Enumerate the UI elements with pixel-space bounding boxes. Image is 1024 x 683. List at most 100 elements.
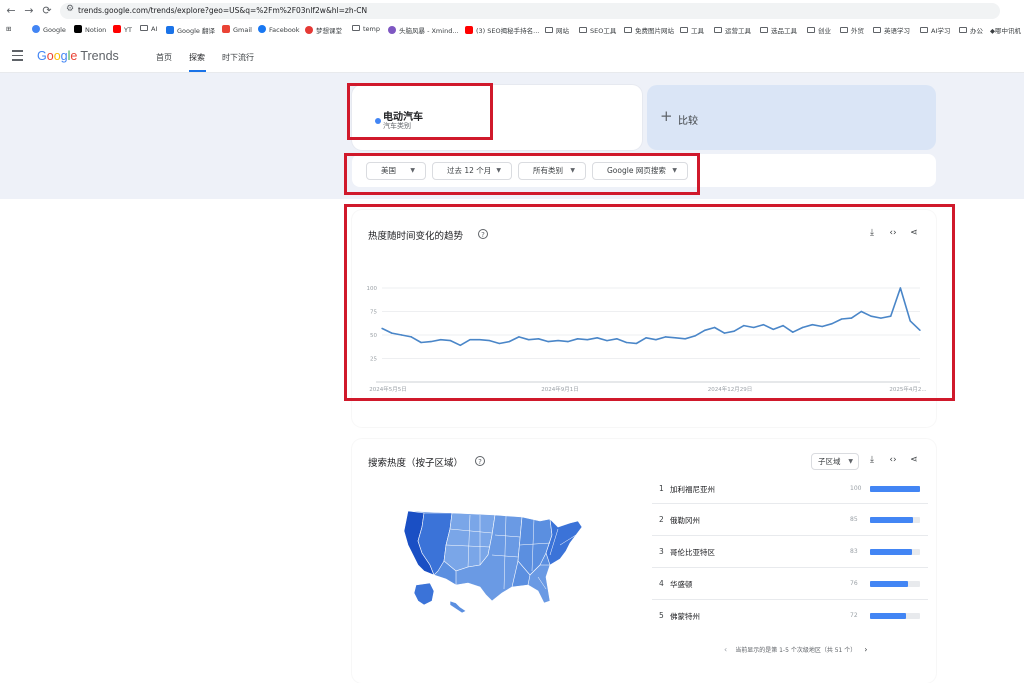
rank-number: 2 [659, 515, 664, 524]
bookmark[interactable]: 创业 [807, 25, 831, 35]
active-tab-indicator [189, 70, 206, 72]
bookmark[interactable]: YT [113, 25, 132, 34]
folder-icon [352, 25, 360, 31]
bookmark[interactable]: 办公 [959, 25, 983, 35]
forward-icon[interactable]: → [22, 4, 36, 18]
pagination: ‹ 当前显示的是第 1-5 个次级地区（共 51 个） › [716, 645, 875, 654]
bookmarks-bar: ⊞ Google Notion YT AI Google 翻译 Gmail Fa… [0, 22, 1024, 40]
youtube-icon [465, 26, 473, 34]
bookmark[interactable]: Facebook [258, 25, 300, 34]
region-value: 85 [850, 516, 858, 523]
folder-icon [840, 27, 848, 33]
region-value: 83 [850, 548, 858, 555]
region-section-title: 搜索热度（按子区域） [368, 458, 464, 469]
help-icon[interactable]: ? [475, 456, 485, 466]
value-bar-fill [870, 517, 913, 523]
value-bar-track [870, 486, 920, 492]
facebook-icon [258, 25, 266, 33]
tab-home[interactable]: 首页 [156, 52, 172, 63]
back-icon[interactable]: ← [4, 4, 18, 18]
rank-number: 5 [659, 611, 664, 620]
bookmark[interactable]: 英语学习 [873, 25, 910, 35]
google-trends-logo[interactable]: Google Trends [37, 49, 119, 63]
bookmark[interactable]: temp [352, 25, 380, 33]
tab-trending[interactable]: 时下流行 [222, 52, 254, 63]
value-bar-fill [870, 486, 920, 492]
folder-icon [579, 27, 587, 33]
bookmark[interactable]: Google 翻译 [166, 25, 215, 35]
bookmark[interactable]: 选品工具 [760, 25, 797, 35]
highlight-box-chart [344, 204, 955, 401]
bookmark[interactable]: AI学习 [920, 25, 950, 35]
bookmark[interactable]: 外贸 [840, 25, 864, 35]
folder-icon [760, 27, 768, 33]
map-state-northeast [545, 518, 583, 566]
bookmark[interactable]: 免费图片网站 [624, 25, 674, 35]
app-header: Google Trends 首页 探索 时下流行 [0, 42, 1024, 73]
bookmark[interactable]: Google [32, 25, 66, 34]
folder-icon [714, 27, 722, 33]
address-bar[interactable]: ⚙ trends.google.com/trends/explore?geo=U… [60, 3, 1000, 19]
bookmark[interactable]: 运营工具 [714, 25, 751, 35]
bookmark[interactable]: 头脑风暴 - Xmind... [388, 25, 459, 35]
bookmark[interactable]: 梦想课堂 [305, 25, 342, 35]
region-name: 佛蒙特州 [670, 612, 700, 621]
divider [652, 567, 928, 568]
value-bar-track [870, 613, 920, 619]
xmind-icon [388, 26, 396, 34]
subregion-label: 子区域 [818, 457, 841, 466]
menu-icon[interactable] [12, 50, 23, 64]
logo-google: Google [37, 49, 78, 63]
ranking-row-5[interactable]: 5 佛蒙特州 72 [652, 605, 928, 629]
translate-icon [166, 26, 174, 34]
bookmark[interactable]: 工具 [680, 25, 704, 35]
compare-button[interactable]: + 比较 [647, 85, 936, 150]
reload-icon[interactable]: ⟳ [40, 4, 54, 18]
heart-icon [305, 26, 313, 34]
us-map[interactable] [400, 505, 590, 615]
highlight-box-filters [344, 153, 700, 195]
site-info-icon[interactable]: ⚙ [66, 4, 74, 14]
folder-icon [545, 27, 553, 33]
ranking-row-1[interactable]: 1 加利福尼亚州 100 [652, 478, 928, 502]
ranking-row-2[interactable]: 2 俄勒冈州 85 [652, 509, 928, 533]
divider [652, 535, 928, 536]
value-bar-track [870, 549, 920, 555]
divider [652, 599, 928, 600]
folder-icon [680, 27, 688, 33]
embed-icon[interactable]: ‹› [887, 455, 899, 465]
bookmark[interactable]: AI [140, 25, 157, 33]
ranking-row-3[interactable]: 3 哥伦比亚特区 83 [652, 541, 928, 565]
tab-explore[interactable]: 探索 [189, 52, 205, 63]
region-name: 哥伦比亚特区 [670, 548, 715, 557]
folder-icon [624, 27, 632, 33]
map-state-alaska [413, 582, 435, 606]
ranking-row-4[interactable]: 4 华盛顿 76 [652, 573, 928, 597]
map-state-hawaii [449, 600, 467, 614]
folder-icon [873, 27, 881, 33]
chevron-right-icon[interactable]: › [864, 645, 867, 654]
highlight-box-term [347, 83, 493, 140]
bookmark[interactable]: 网站 [545, 25, 569, 35]
bookmark[interactable]: SEO工具 [579, 25, 616, 35]
folder-icon [959, 27, 967, 33]
caret-down-icon: ▼ [848, 458, 853, 465]
folder-icon [807, 27, 815, 33]
region-name: 俄勒冈州 [670, 516, 700, 525]
chevron-left-icon[interactable]: ‹ [724, 645, 727, 654]
subregion-dropdown[interactable]: 子区域 ▼ [811, 453, 859, 470]
bookmark[interactable]: Notion [74, 25, 106, 34]
url-text: trends.google.com/trends/explore?geo=US&… [78, 6, 368, 15]
bookmark[interactable]: Gmail [222, 25, 252, 34]
value-bar-fill [870, 549, 912, 555]
region-name: 华盛顿 [670, 580, 693, 589]
bookmark[interactable]: (3) SEO揭秘手持名... [465, 25, 539, 35]
value-bar-track [870, 581, 920, 587]
region-value: 72 [850, 612, 858, 619]
share-icon[interactable]: ⋖ [908, 455, 920, 465]
apps-icon[interactable]: ⊞ [6, 25, 11, 33]
browser-toolbar: ← → ⟳ ⚙ trends.google.com/trends/explore… [0, 0, 1024, 44]
youtube-icon [113, 25, 121, 33]
bookmark[interactable]: ◆哪中讯机 [990, 25, 1021, 35]
download-icon[interactable]: ⤓ [866, 455, 878, 465]
